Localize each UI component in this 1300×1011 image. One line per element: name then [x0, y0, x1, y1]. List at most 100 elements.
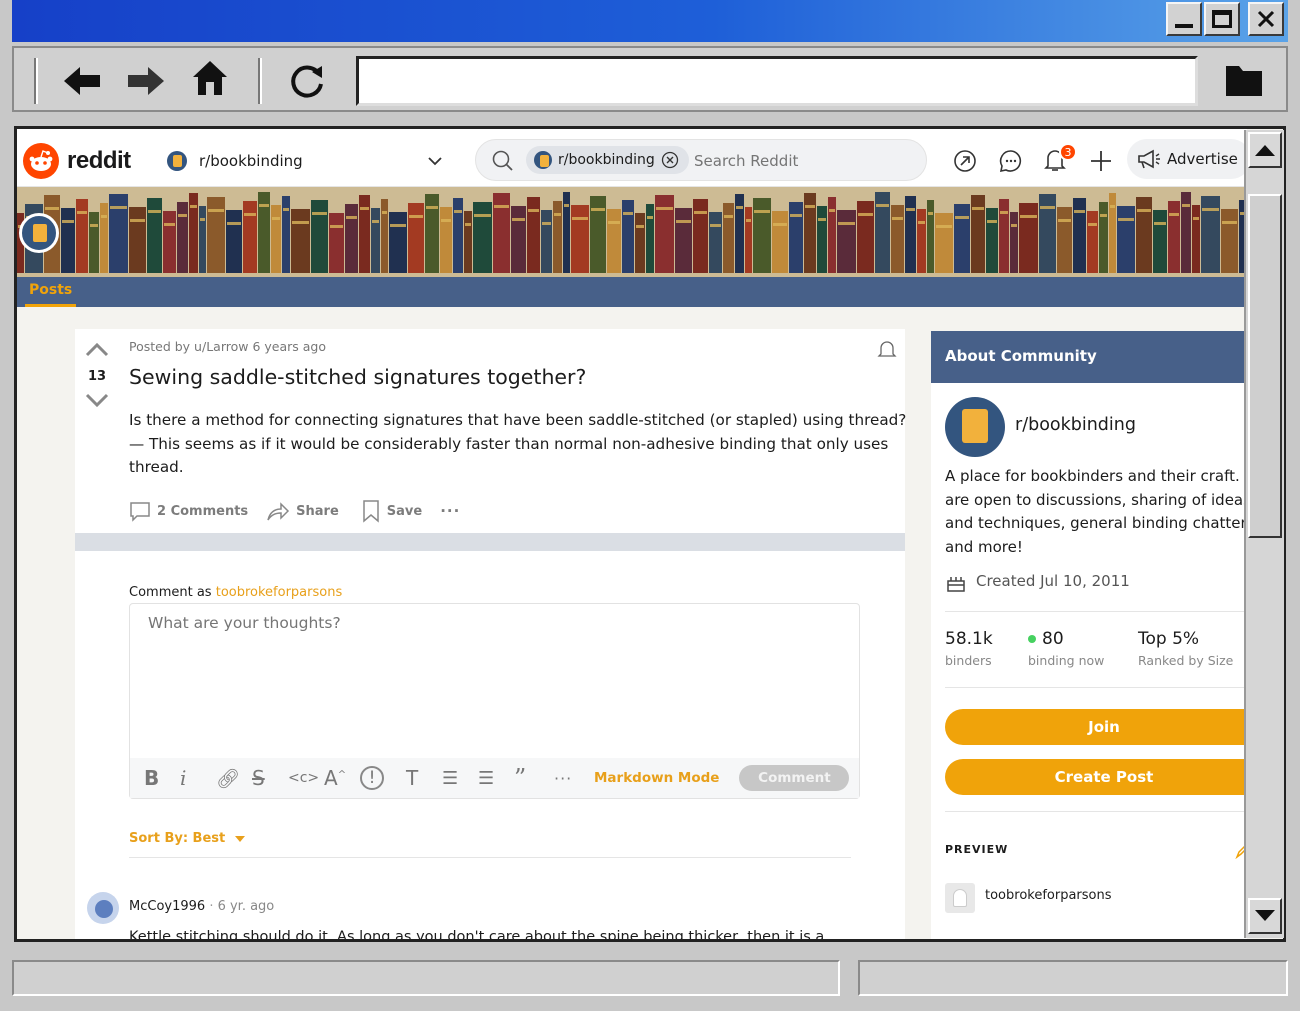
quote-block-icon[interactable]: ”: [514, 764, 554, 792]
notifications-button[interactable]: 3: [1043, 143, 1077, 177]
community-avatar[interactable]: [19, 213, 59, 253]
comment-editor: B i 🔗︎ S <c> A^ ! T ☰ ☰ ” ··· Markdown M…: [129, 603, 860, 799]
post-body-line: — This seems as if it would be considera…: [129, 434, 889, 453]
post-body-line: thread.: [129, 458, 184, 476]
advertise-button[interactable]: Advertise: [1127, 139, 1251, 179]
browser-toolbar: [12, 46, 1288, 112]
preview-username[interactable]: toobrokeforparsons: [985, 888, 1112, 903]
comment-age: 6 yr. ago: [217, 899, 275, 914]
share-button[interactable]: Share: [266, 500, 339, 522]
sidebar-description: A place for bookbinders and their craft.…: [945, 465, 1247, 559]
comment-text: Kettle stitching should do it. As long a…: [129, 929, 825, 942]
reddit-header: reddit r/bookbinding r/bookbinding 3: [17, 129, 1251, 187]
about-header: About Community: [931, 331, 1247, 383]
title-bar: [12, 0, 1288, 42]
url-input[interactable]: [356, 56, 1198, 106]
notification-badge: 3: [1059, 143, 1077, 161]
link-icon[interactable]: 🔗︎: [216, 767, 252, 790]
strikethrough-icon[interactable]: S: [252, 766, 288, 790]
comments-button[interactable]: 2 Comments: [129, 500, 248, 522]
community-switcher[interactable]: r/bookbinding: [167, 149, 443, 173]
comment-author[interactable]: McCoy1996: [129, 899, 205, 914]
markdown-mode-button[interactable]: Markdown Mode: [594, 770, 719, 786]
vote-count: 13: [87, 369, 107, 384]
minimize-button[interactable]: [1166, 2, 1202, 36]
forward-arrow-icon[interactable]: [124, 64, 166, 98]
reddit-wordmark[interactable]: reddit: [67, 147, 131, 175]
clear-chip-icon[interactable]: [661, 151, 679, 169]
comment-header: McCoy1996 · 6 yr. ago: [129, 899, 275, 914]
downvote-arrow-icon[interactable]: [85, 393, 109, 409]
page-scrollbar[interactable]: [1244, 130, 1284, 938]
italic-icon[interactable]: i: [180, 766, 216, 790]
caret-down-icon: [235, 835, 246, 842]
more-options-icon[interactable]: ···: [440, 502, 460, 520]
comment-username-link[interactable]: toobrokeforparsons: [216, 585, 343, 600]
create-post-button[interactable]: Create Post: [945, 759, 1263, 795]
status-bar-right: [858, 960, 1288, 996]
comment-submit-button[interactable]: Comment: [739, 765, 850, 791]
description-line: and more!: [945, 537, 1023, 556]
scrollbar-thumb[interactable]: [1248, 194, 1282, 538]
tab-posts-label: Posts: [29, 282, 73, 298]
bulleted-list-icon[interactable]: ☰: [442, 768, 478, 789]
search-bar[interactable]: r/bookbinding: [475, 139, 927, 181]
created-date: Created Jul 10, 2011: [976, 572, 1130, 590]
preview-user-avatar[interactable]: [945, 883, 975, 913]
more-formatting-icon[interactable]: ···: [554, 769, 594, 788]
stat-label: binding now: [1028, 653, 1105, 668]
search-input[interactable]: [694, 149, 914, 173]
comment-as-label: Comment as: [129, 585, 212, 600]
popular-arrow-icon[interactable]: [953, 149, 977, 173]
stat-members: 58.1k binders: [945, 629, 993, 668]
toolbar-separator: [34, 58, 38, 104]
post-body-line: Is there a method for connecting signatu…: [129, 411, 907, 429]
chevron-down-icon: [428, 157, 442, 166]
join-button[interactable]: Join: [945, 709, 1263, 745]
post-divider: [75, 533, 905, 551]
minimize-icon: [1175, 24, 1193, 28]
back-arrow-icon[interactable]: [62, 64, 104, 98]
scroll-up-icon: [1255, 145, 1275, 156]
stat-label: binders: [945, 653, 992, 668]
search-community-chip[interactable]: r/bookbinding: [526, 146, 689, 174]
inline-code-icon[interactable]: <c>: [288, 770, 324, 786]
tab-posts[interactable]: Posts: [25, 277, 77, 307]
sidebar-community-avatar[interactable]: [945, 397, 1005, 457]
save-button[interactable]: Save: [361, 499, 422, 523]
stat-value: 80: [1042, 629, 1064, 649]
spoiler-icon[interactable]: !: [360, 766, 384, 790]
maximize-button[interactable]: [1204, 2, 1240, 36]
close-button[interactable]: [1248, 2, 1284, 36]
refresh-icon[interactable]: [288, 62, 326, 100]
home-icon[interactable]: [190, 58, 230, 98]
post-title[interactable]: Sewing saddle-stitched signatures togeth…: [129, 365, 586, 389]
upvote-arrow-icon[interactable]: [85, 341, 109, 357]
community-icon: [534, 151, 552, 169]
bold-icon[interactable]: B: [144, 766, 180, 790]
comment-avatar[interactable]: [87, 892, 119, 924]
description-line: A place for bookbinders and their craft.…: [945, 467, 1247, 485]
follow-bell-icon[interactable]: [877, 339, 897, 359]
superscript-icon[interactable]: A^: [324, 766, 360, 790]
folder-icon[interactable]: [1224, 62, 1264, 98]
comment-as-line: Comment as toobrokeforparsons: [129, 585, 342, 600]
heading-icon[interactable]: T: [406, 766, 442, 790]
stat-value: Top 5%: [1138, 629, 1200, 649]
scroll-up-button[interactable]: [1248, 132, 1282, 168]
stats-divider: [945, 611, 1247, 612]
chat-icon[interactable]: [999, 149, 1023, 173]
search-icon: [492, 150, 513, 171]
comment-textarea[interactable]: [130, 604, 859, 756]
sort-dropdown[interactable]: Sort By: Best: [129, 831, 246, 846]
numbered-list-icon[interactable]: ☰: [478, 768, 514, 789]
save-label: Save: [386, 503, 423, 519]
scroll-down-button[interactable]: [1248, 898, 1282, 934]
create-plus-icon[interactable]: [1089, 149, 1113, 173]
comments-label: 2 Comments: [157, 503, 249, 519]
reddit-logo-icon[interactable]: [23, 143, 59, 179]
community-icon: [167, 151, 187, 171]
sidebar-community-name[interactable]: r/bookbinding: [1015, 415, 1136, 435]
bookmark-icon: [363, 500, 379, 523]
preview-label: PREVIEW: [945, 843, 1009, 856]
